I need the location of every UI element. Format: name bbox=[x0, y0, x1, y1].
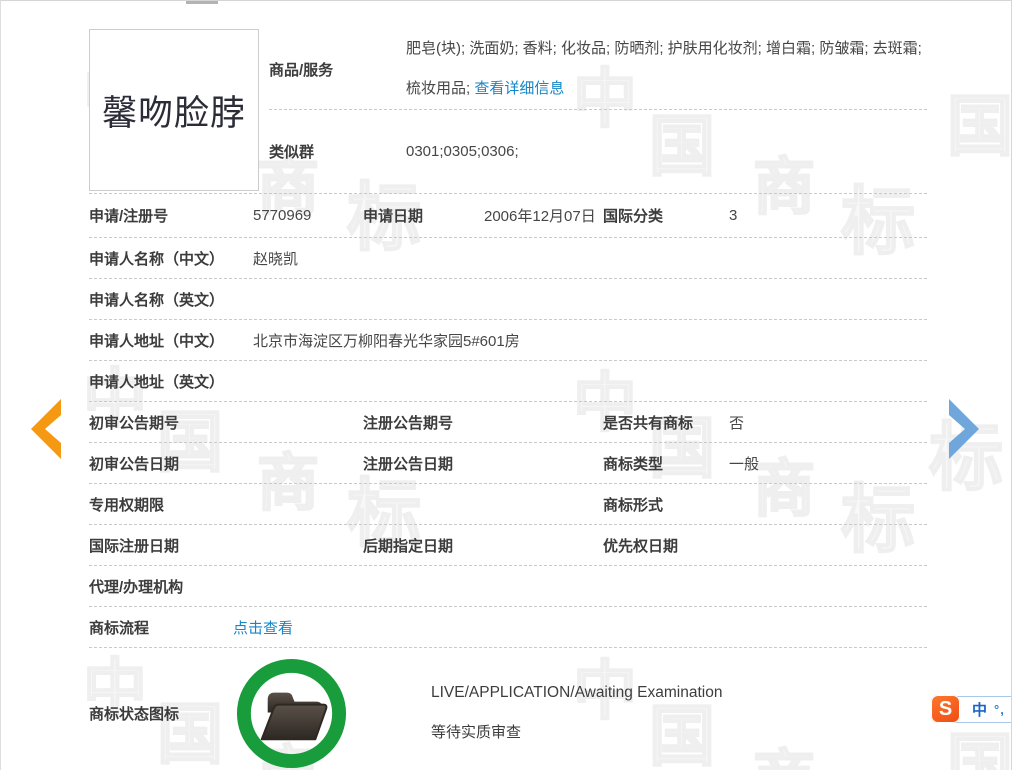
label-preliminary-gazette-date: 初审公告日期 bbox=[89, 453, 253, 474]
left-arrow-icon bbox=[23, 397, 63, 461]
sogou-logo-icon[interactable]: S bbox=[931, 695, 960, 723]
value-app-reg-number: 5770969 bbox=[253, 207, 363, 224]
label-applicant-name-cn: 申请人名称（中文） bbox=[89, 248, 253, 269]
label-registration-gazette-no: 注册公告期号 bbox=[363, 412, 484, 433]
label-applicant-address-cn: 申请人地址（中文） bbox=[89, 330, 253, 351]
ime-language-mode-button[interactable]: 中 bbox=[972, 699, 987, 720]
value-applicant-name-cn: 赵晓凯 bbox=[253, 248, 927, 269]
label-registration-gazette-date: 注册公告日期 bbox=[363, 453, 484, 474]
goods-services-row: 商品/服务 肥皂(块); 洗面奶; 香料; 化妆品; 防晒剂; 护肤用化妆剂; … bbox=[269, 29, 927, 109]
view-details-link[interactable]: 查看详细信息 bbox=[474, 80, 564, 97]
label-priority-date: 优先权日期 bbox=[603, 535, 729, 556]
row-applicant-name-en: 申请人名称（英文） bbox=[89, 279, 927, 320]
label-applicant-name-en: 申请人名称（英文） bbox=[89, 289, 253, 310]
prev-record-button[interactable] bbox=[23, 397, 63, 461]
similar-group-value: 0301;0305;0306; bbox=[406, 143, 927, 160]
label-trademark-status: 商标状态图标 bbox=[89, 703, 234, 724]
row-agency: 代理/办理机构 bbox=[89, 566, 927, 607]
label-applicant-address-en: 申请人地址（英文） bbox=[89, 371, 253, 392]
top-section: 馨吻脸脖 商品/服务 肥皂(块); 洗面奶; 香料; 化妆品; 防晒剂; 护肤用… bbox=[89, 29, 927, 193]
status-line-en: LIVE/APPLICATION/Awaiting Examination bbox=[431, 684, 927, 702]
value-trademark-type: 一般 bbox=[729, 453, 927, 474]
label-international-reg-date: 国际注册日期 bbox=[89, 535, 253, 556]
top-right-fields: 商品/服务 肥皂(块); 洗面奶; 香料; 化妆品; 防晒剂; 护肤用化妆剂; … bbox=[269, 29, 927, 193]
value-applicant-address-cn: 北京市海淀区万柳阳春光华家园5#601房 bbox=[253, 330, 927, 351]
trademark-detail-page: 中国商标中国商标国中国商标中国商标标中国商中国商国 馨吻脸脖 商品/服务 肥皂(… bbox=[0, 0, 1012, 770]
label-preliminary-gazette-no: 初审公告期号 bbox=[89, 412, 253, 433]
label-application-date: 申请日期 bbox=[363, 205, 484, 226]
label-trademark-process: 商标流程 bbox=[89, 617, 253, 638]
trademark-detail-content: 馨吻脸脖 商品/服务 肥皂(块); 洗面奶; 香料; 化妆品; 防晒剂; 护肤用… bbox=[1, 1, 1011, 770]
trademark-image: 馨吻脸脖 bbox=[89, 29, 259, 191]
open-folder-status-icon bbox=[234, 656, 349, 770]
similar-group-label: 类似群 bbox=[269, 141, 406, 162]
label-agency: 代理/办理机构 bbox=[89, 576, 253, 597]
label-trademark-form: 商标形式 bbox=[603, 494, 729, 515]
row-applicant-address-cn: 申请人地址（中文） 北京市海淀区万柳阳春光华家园5#601房 bbox=[89, 320, 927, 361]
label-later-designation-date: 后期指定日期 bbox=[363, 535, 484, 556]
goods-services-label: 商品/服务 bbox=[269, 59, 406, 80]
label-trademark-type: 商标类型 bbox=[603, 453, 729, 474]
ime-punctuation-button[interactable]: °, bbox=[994, 702, 1005, 717]
similar-group-row: 类似群 0301;0305;0306; bbox=[269, 110, 927, 193]
next-record-button[interactable] bbox=[947, 397, 987, 461]
trademark-image-text: 馨吻脸脖 bbox=[102, 85, 246, 136]
row-trademark-process: 商标流程 点击查看 bbox=[89, 607, 927, 648]
goods-services-value: 肥皂(块); 洗面奶; 香料; 化妆品; 防晒剂; 护肤用化妆剂; 增白霜; 防… bbox=[406, 29, 927, 109]
row-gazette-numbers: 初审公告期号 注册公告期号 是否共有商标 否 bbox=[89, 402, 927, 443]
label-international-class: 国际分类 bbox=[603, 205, 729, 226]
process-view-link[interactable]: 点击查看 bbox=[233, 620, 293, 637]
status-line-cn: 等待实质审查 bbox=[431, 721, 927, 742]
value-shared-trademark: 否 bbox=[729, 412, 927, 433]
status-texts: LIVE/APPLICATION/Awaiting Examination 等待… bbox=[431, 684, 927, 742]
row-applicant-name-cn: 申请人名称（中文） 赵晓凯 bbox=[89, 238, 927, 279]
value-international-class: 3 bbox=[729, 207, 927, 224]
ime-status-bar[interactable]: S 中 °, ☺ bbox=[939, 696, 1012, 723]
label-app-reg-number: 申请/注册号 bbox=[89, 205, 253, 226]
row-gazette-dates: 初审公告日期 注册公告日期 商标类型 一般 bbox=[89, 443, 927, 484]
label-exclusive-right-period: 专用权期限 bbox=[89, 494, 253, 515]
top-edge-artifact bbox=[186, 1, 218, 4]
row-trademark-status: 商标状态图标 LIVE/APPLICATION/Awaiting Ex bbox=[89, 648, 927, 770]
value-application-date: 2006年12月07日 bbox=[484, 205, 603, 226]
row-international-dates: 国际注册日期 后期指定日期 优先权日期 bbox=[89, 525, 927, 566]
row-exclusive-period: 专用权期限 商标形式 bbox=[89, 484, 927, 525]
row-applicant-address-en: 申请人地址（英文） bbox=[89, 361, 927, 402]
row-registration: 申请/注册号 5770969 申请日期 2006年12月07日 国际分类 3 bbox=[89, 194, 927, 238]
right-arrow-icon bbox=[947, 397, 987, 461]
label-shared-trademark: 是否共有商标 bbox=[603, 412, 729, 433]
